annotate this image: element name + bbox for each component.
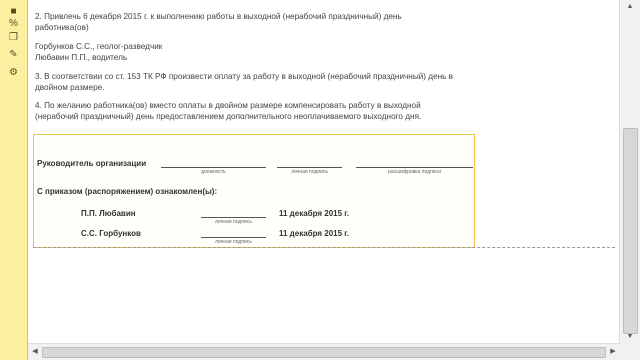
page-break-line <box>33 247 615 248</box>
employee-signature-line-2 <box>201 237 266 238</box>
wrench-icon[interactable]: ✎ <box>6 47 21 62</box>
employee-name-1: П.П. Любавин <box>81 209 136 218</box>
employee-line-1: Горбунков С.С., геолог-разведчик <box>35 42 163 51</box>
employee-signature-caption-2: личная подпись <box>215 239 252 245</box>
gear-icon[interactable]: ⚙ <box>6 65 21 80</box>
scroll-left-icon[interactable]: ◀ <box>30 347 40 357</box>
side-toolbar: ■ % ❐ ✎ ⚙ <box>0 0 28 360</box>
employee-date-2: 11 декабря 2015 г. <box>279 229 350 238</box>
paragraph-2-line-1: 2. Привлечь 6 декабря 2015 г. к выполнен… <box>35 12 402 21</box>
percent-icon[interactable]: % <box>6 16 21 31</box>
paragraph-3-line-2: двойном размере. <box>35 83 105 92</box>
employee-name-2: С.С. Горбунков <box>81 229 141 238</box>
document-page[interactable]: 2. Привлечь 6 декабря 2015 г. к выполнен… <box>28 0 619 344</box>
position-line <box>161 167 266 168</box>
paragraph-4-line-1: 4. По желанию работника(ов) вместо оплат… <box>35 101 421 110</box>
paragraph-3-line-1: 3. В соответствии со ст. 153 ТК РФ произ… <box>35 72 454 81</box>
paragraph-2-line-2: работника(ов) <box>35 23 89 32</box>
scroll-right-icon[interactable]: ▶ <box>608 347 618 357</box>
scrollbar-corner <box>620 344 640 360</box>
signature-section[interactable]: Руководитель организации должность лична… <box>33 134 475 248</box>
scroll-down-icon[interactable]: ▼ <box>624 332 636 342</box>
decoding-line <box>356 167 473 168</box>
horizontal-scrollbar[interactable]: ◀ ▶ <box>28 343 620 360</box>
employee-signature-line-1 <box>201 217 266 218</box>
vertical-scroll-thumb[interactable] <box>623 128 638 334</box>
head-signature-line <box>277 167 342 168</box>
position-caption: должность <box>201 169 226 175</box>
decoding-caption: расшифровка подписи <box>388 169 441 175</box>
employee-date-1: 11 декабря 2015 г. <box>279 209 350 218</box>
acquainted-label: С приказом (распоряжением) ознакомлен(ы)… <box>37 187 218 196</box>
employee-line-2: Любавин П.П., водитель <box>35 53 128 62</box>
copy-icon[interactable]: ❐ <box>6 30 21 45</box>
vertical-scrollbar[interactable]: ▲ ▼ <box>619 0 640 344</box>
head-signature-caption: личная подпись <box>291 169 328 175</box>
employee-signature-caption-1: личная подпись <box>215 219 252 225</box>
paragraph-4-line-2: (нерабочий праздничный) день предоставле… <box>35 112 422 121</box>
head-of-organization-label: Руководитель организации <box>37 159 147 168</box>
scroll-up-icon[interactable]: ▲ <box>624 2 636 12</box>
horizontal-scroll-thumb[interactable] <box>42 347 606 358</box>
